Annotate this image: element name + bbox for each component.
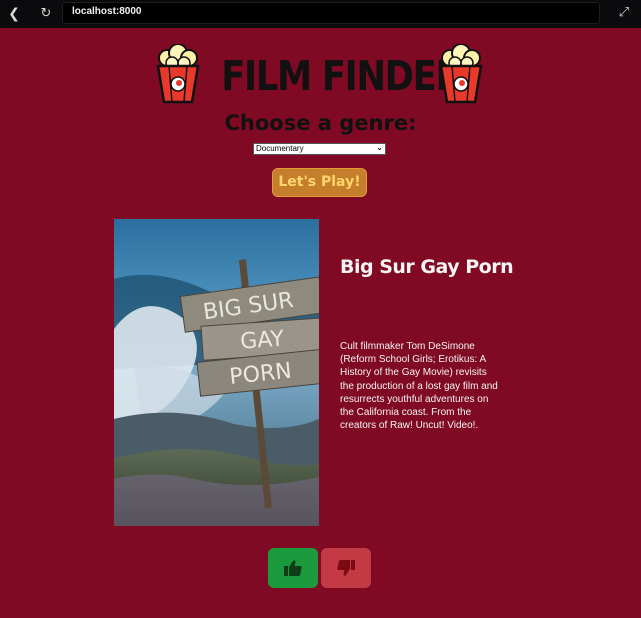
genre-select[interactable]: Documentary ⌄ (253, 143, 386, 155)
play-button[interactable]: Let's Play! (272, 168, 367, 197)
thumbs-up-icon (284, 560, 302, 576)
app-title: FILM FINDER (221, 52, 462, 100)
popcorn-icon (156, 44, 200, 104)
expand-icon[interactable]: ⤢ (615, 4, 633, 22)
reload-icon[interactable]: ↻ (36, 4, 56, 24)
genre-heading: Choose a genre: (224, 111, 417, 135)
thumbs-down-icon (337, 560, 355, 576)
url-text: localhost:8000 (72, 6, 142, 17)
movie-poster: BIG SUR GAY PORN (114, 219, 319, 526)
browser-toolbar: ❮ ↻ localhost:8000 ⤢ (0, 0, 641, 28)
poster-sign-line-2: GAY (239, 327, 285, 355)
movie-description: Cult filmmaker Tom DeSimone (Reform Scho… (340, 341, 498, 432)
like-button[interactable] (268, 548, 318, 588)
popcorn-icon (439, 44, 483, 104)
address-bar[interactable]: localhost:8000 (62, 2, 600, 24)
dislike-button[interactable] (321, 548, 371, 588)
chevron-down-icon: ⌄ (376, 143, 383, 152)
genre-selected-value: Documentary (256, 144, 304, 153)
back-icon[interactable]: ❮ (4, 4, 24, 24)
movie-title: Big Sur Gay Porn (340, 256, 514, 278)
